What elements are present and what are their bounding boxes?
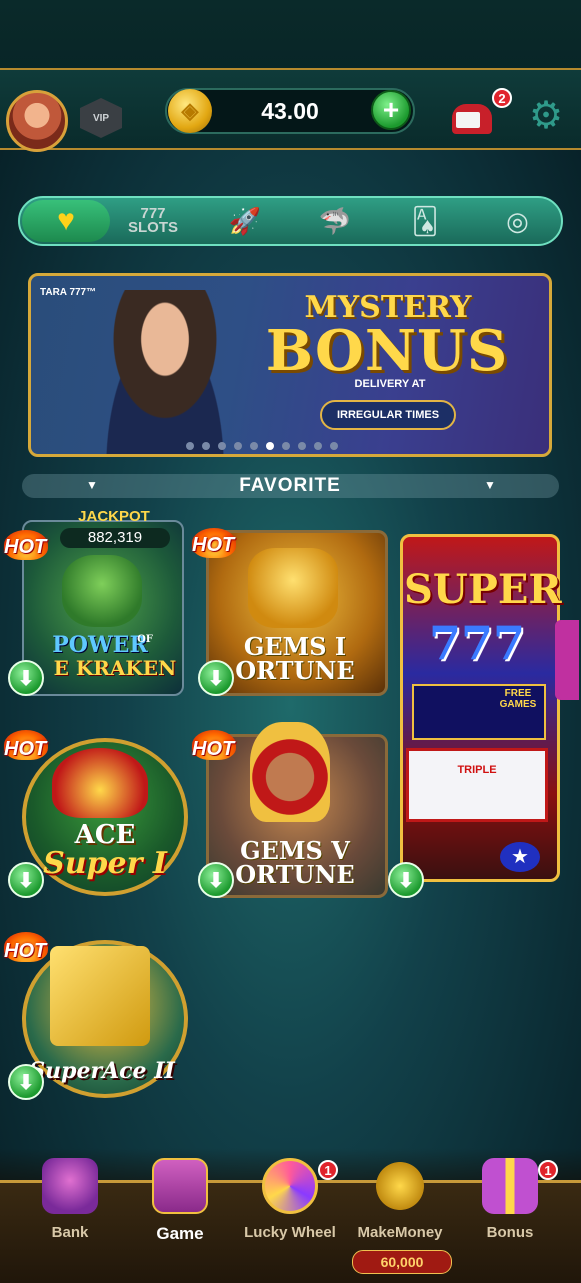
section-title: FAVORITE — [239, 475, 341, 496]
star-icon: ★ — [500, 842, 540, 872]
jackpot-value: 882,319 — [60, 528, 170, 548]
pager-dot[interactable] — [186, 442, 194, 450]
gift-icon — [482, 1158, 538, 1214]
kraken-character-image — [62, 555, 142, 627]
banner-brand: TARA 777™ — [40, 287, 97, 298]
super777-digits: 777 — [428, 616, 526, 670]
download-icon[interactable]: ⬇ — [8, 1064, 44, 1100]
mail-button[interactable] — [452, 98, 498, 136]
side-tab[interactable] — [555, 620, 579, 700]
hot-badge: HOT — [4, 940, 47, 962]
nav-make-money[interactable]: MakeMoney — [350, 1158, 450, 1248]
share-icon — [372, 1158, 428, 1214]
prize-value: 60,000 — [380, 1254, 424, 1270]
banner-button[interactable]: IRREGULAR TIMES — [320, 400, 456, 430]
tab-roulette[interactable]: ◎ — [480, 200, 555, 242]
shark-icon: 🦈 — [318, 205, 352, 236]
download-icon[interactable]: ⬇ — [198, 660, 234, 696]
nav-bonus-label: Bonus — [486, 1224, 534, 1241]
lucky-wheel-badge: 1 — [318, 1160, 338, 1180]
golden-card-image — [50, 946, 150, 1046]
heart-icon: ♥ — [57, 204, 75, 237]
bonus-badge: 1 — [538, 1160, 558, 1180]
pager-dot[interactable] — [314, 442, 322, 450]
add-funds-button[interactable]: + — [371, 90, 411, 130]
free-games-label: FREE GAMES — [499, 688, 537, 710]
roulette-icon: ◎ — [506, 205, 529, 236]
banner-model-image — [90, 290, 240, 454]
envelope-icon — [456, 112, 480, 128]
bank-icon — [42, 1158, 98, 1214]
banner-subtitle: DELIVERY AT — [354, 378, 426, 390]
hot-badge: HOT — [4, 738, 47, 760]
hot-badge: HOT — [4, 536, 47, 558]
cards-icon: 🂡 — [411, 205, 439, 236]
reel-window — [406, 748, 548, 822]
pager-dot-active[interactable] — [266, 442, 274, 450]
chevron-down-icon: ▼ — [484, 478, 496, 492]
avatar[interactable] — [6, 90, 68, 152]
pager-dot[interactable] — [330, 442, 338, 450]
balance-value: 43.00 — [261, 98, 319, 124]
kraken-title-of: OF — [137, 634, 153, 645]
tab-shark[interactable]: 🦈 — [300, 200, 370, 242]
hot-badge: HOT — [192, 534, 235, 556]
super777-title: SUPER — [404, 566, 562, 613]
nav-make-money-label: MakeMoney — [357, 1224, 443, 1241]
pager-dot[interactable] — [298, 442, 306, 450]
gems5-title-bottom: ORTUNE — [235, 860, 355, 889]
kraken-title-bottom: E KRAKEN — [53, 656, 177, 680]
pager-dot[interactable] — [282, 442, 290, 450]
nav-lucky-wheel-label: Lucky Wheel — [244, 1224, 336, 1241]
vip-label: VIP — [92, 112, 110, 124]
coin-icon: ◈ — [168, 89, 212, 133]
slots-label: 777 SLOTS — [127, 205, 178, 236]
rocket-icon: 🚀 — [228, 205, 262, 236]
banner-pager[interactable] — [186, 442, 338, 450]
pager-dot[interactable] — [202, 442, 210, 450]
download-icon[interactable]: ⬇ — [388, 862, 424, 898]
pager-dot[interactable] — [234, 442, 242, 450]
tab-rocket[interactable]: 🚀 — [210, 200, 280, 242]
tab-cards[interactable]: 🂡 — [390, 200, 460, 242]
warrior-character-image — [250, 722, 330, 822]
nav-bank[interactable]: Bank — [20, 1158, 120, 1248]
jester-hat-image — [52, 748, 148, 818]
ace-title-bottom: Super I — [43, 846, 167, 881]
mail-badge: 2 — [492, 88, 512, 108]
superace2-title: SuperAce II — [29, 1058, 175, 1084]
tab-favorite[interactable]: ♥ — [22, 200, 110, 242]
download-icon[interactable]: ⬇ — [198, 862, 234, 898]
pager-dot[interactable] — [218, 442, 226, 450]
nav-game[interactable]: Game — [130, 1158, 230, 1248]
nav-game-label: Game — [156, 1224, 204, 1243]
tab-slots[interactable]: 777 SLOTS — [118, 200, 188, 242]
chevron-down-icon: ▼ — [86, 478, 98, 492]
golden-mask-image — [248, 548, 338, 628]
nav-bank-label: Bank — [51, 1224, 89, 1241]
triple-label: TRIPLE — [457, 764, 497, 776]
download-icon[interactable]: ⬇ — [8, 862, 44, 898]
hot-badge: HOT — [192, 738, 235, 760]
pager-dot[interactable] — [250, 442, 258, 450]
banner-title-line2: BONUS — [265, 318, 509, 384]
gems1-title-bottom: ORTUNE — [235, 656, 355, 685]
wheel-icon — [262, 1158, 318, 1214]
prize-counter: 60,000 — [352, 1250, 452, 1274]
slot-machine-icon — [152, 1158, 208, 1214]
gear-icon[interactable]: ⚙ — [526, 96, 566, 136]
download-icon[interactable]: ⬇ — [8, 660, 44, 696]
jackpot-label: JACKPOT — [78, 508, 150, 525]
